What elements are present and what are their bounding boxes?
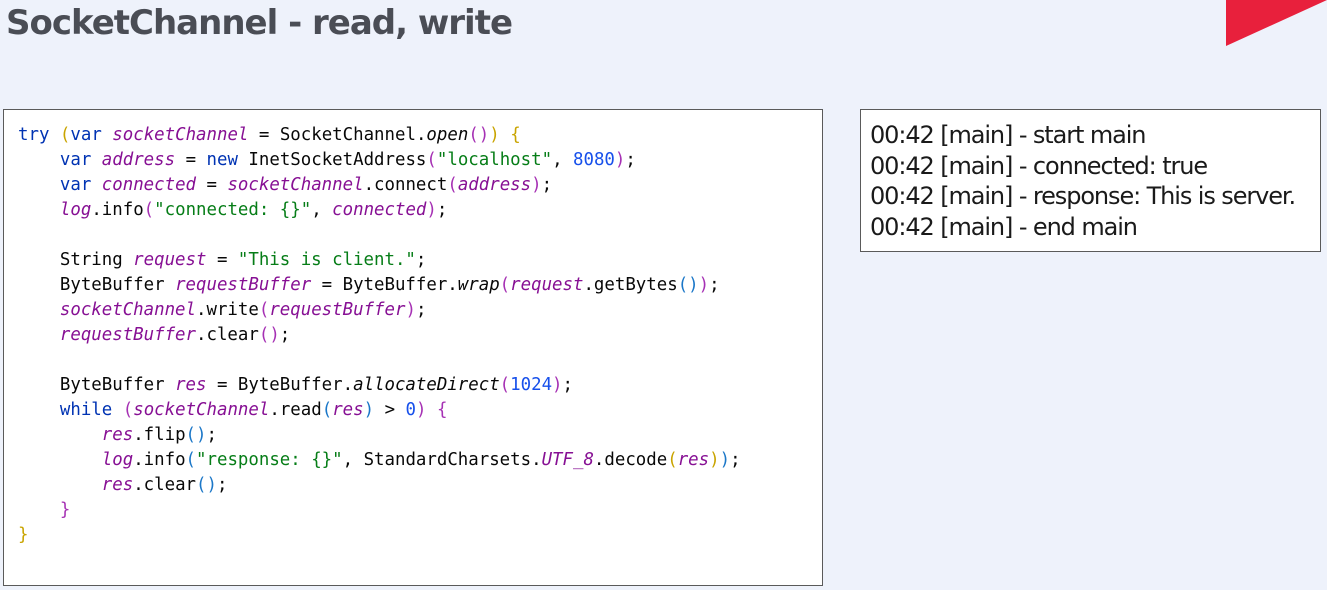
code-panel: try (var socketChannel = SocketChannel.o… [3, 109, 823, 586]
code-line: while (socketChannel.read(res) > 0) { [59, 400, 448, 420]
console-line: 00:42 [main] - connected: true [870, 151, 1208, 180]
code-block: try (var socketChannel = SocketChannel.o… [18, 123, 741, 548]
console-line: 00:42 [main] - response: This is server. [870, 182, 1296, 210]
code-line: var address = new InetSocketAddress("loc… [59, 150, 636, 170]
code-line: log.info("connected: {}", connected); [59, 200, 448, 220]
code-line: res.flip(); [101, 425, 217, 445]
console-line: 00:42 [main] - end main [870, 212, 1138, 241]
code-line: String request = "This is client."; [18, 250, 427, 270]
console-output-panel: 00:42 [main] - start main 00:42 [main] -… [860, 109, 1321, 252]
code-line: var connected = socketChannel.connect(ad… [59, 175, 553, 195]
code-line: } [59, 500, 71, 520]
code-line: socketChannel.write(requestBuffer); [59, 300, 427, 320]
code-line: log.info("response: {}", StandardCharset… [101, 450, 741, 470]
slide-title: SocketChannel - read, write [6, 3, 513, 43]
code-line: ByteBuffer res = ByteBuffer.allocateDire… [18, 375, 574, 395]
code-line: ByteBuffer requestBuffer = ByteBuffer.wr… [18, 275, 720, 295]
corner-accent-shape [1226, 0, 1327, 46]
code-line: requestBuffer.clear(); [59, 325, 291, 345]
console-line: 00:42 [main] - start main [870, 121, 1147, 149]
code-line: try (var socketChannel = SocketChannel.o… [18, 125, 521, 145]
code-line: } [18, 525, 29, 545]
code-line: res.clear(); [101, 475, 228, 495]
accent-triangle [1226, 0, 1327, 46]
